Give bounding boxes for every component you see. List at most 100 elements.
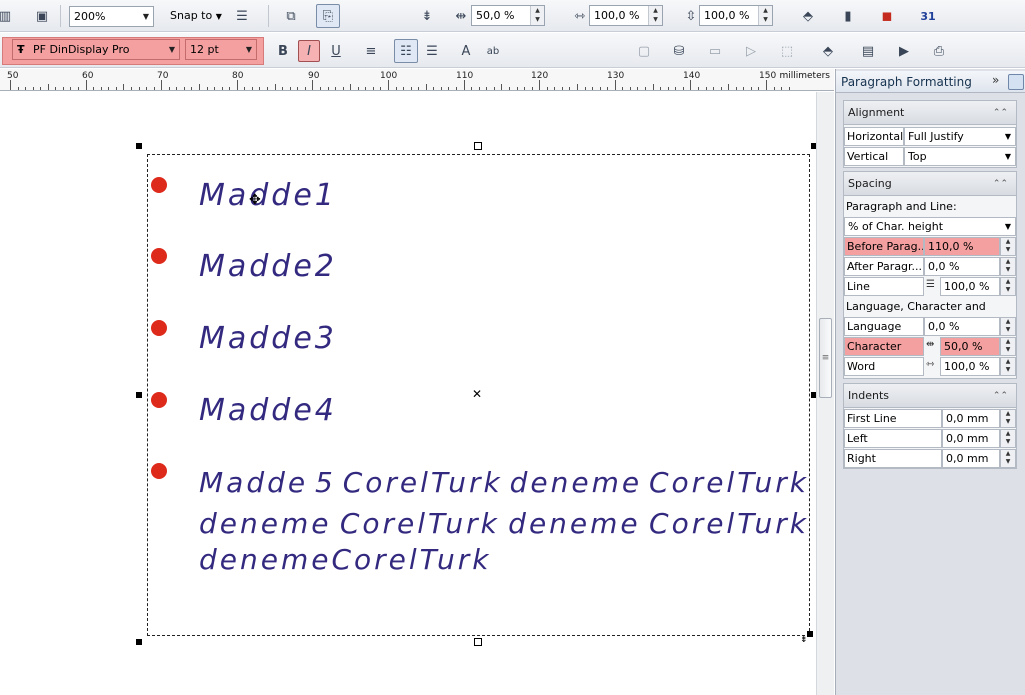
- position-icon[interactable]: ⇟: [416, 5, 438, 27]
- publish-icon[interactable]: ⎙: [928, 40, 950, 62]
- spin-icon[interactable]: ▲ ▼: [1000, 237, 1016, 256]
- spacing-unit-select[interactable]: % of Char. height ▼: [844, 217, 1016, 236]
- word-input[interactable]: 100,0 %: [940, 357, 1000, 376]
- list-item[interactable]: Madde4: [199, 393, 337, 428]
- frame-icon[interactable]: ▢: [633, 40, 655, 62]
- ruler-tick: [327, 87, 329, 90]
- indents-header[interactable]: Indents ⌃⌃: [844, 384, 1016, 408]
- spin-icon[interactable]: ▲ ▼: [1000, 257, 1016, 276]
- list-item[interactable]: Madde3: [199, 321, 337, 356]
- selection-handle[interactable]: [136, 392, 142, 398]
- play-icon[interactable]: ▶: [893, 40, 915, 62]
- horizontal-select[interactable]: Full Justify ▼: [904, 127, 1016, 146]
- align-justify-icon[interactable]: ≡: [360, 40, 382, 62]
- line-row: Line ☰ 100,0 % ▲ ▼: [844, 277, 1016, 296]
- bullet-list-icon[interactable]: ☷: [394, 39, 418, 63]
- spin-icon[interactable]: ▲ ▼: [758, 6, 772, 25]
- spin-icon[interactable]: ▲ ▼: [1000, 429, 1016, 448]
- line-input[interactable]: 100,0 %: [940, 277, 1000, 296]
- scrollbar-thumb[interactable]: ≡: [819, 318, 832, 398]
- selection-handle[interactable]: [474, 638, 482, 646]
- spacing-header[interactable]: Spacing ⌃⌃: [844, 172, 1016, 196]
- paragraph-5-line-1[interactable]: Madde 5 CorelTurk deneme CorelTurk: [199, 466, 809, 499]
- spin-icon[interactable]: ▲ ▼: [1000, 337, 1016, 356]
- underline-icon[interactable]: U: [325, 40, 347, 62]
- calendar-icon[interactable]: 31: [917, 5, 939, 27]
- skew-icon[interactable]: ⬘: [797, 5, 819, 27]
- edit-text-icon[interactable]: ⎘: [316, 4, 340, 28]
- left-indent-row: Left 0,0 mm ▲ ▼: [844, 429, 1016, 448]
- ruler-tick: [199, 84, 200, 90]
- spin-icon[interactable]: ▲ ▼: [648, 6, 662, 25]
- scale-h-value: 50,0 %: [476, 9, 515, 22]
- move-cursor-icon: ✥: [249, 192, 261, 208]
- scale-h-input[interactable]: 50,0 % ▲ ▼: [471, 5, 545, 26]
- spin-icon[interactable]: ▲ ▼: [1000, 357, 1016, 376]
- spin-icon[interactable]: ▲ ▼: [530, 6, 544, 25]
- after-paragraph-input[interactable]: 0,0 %: [924, 257, 1000, 276]
- ruler-tick: [758, 87, 760, 90]
- envelope-icon[interactable]: ⬘: [817, 40, 839, 62]
- edit-text-icon[interactable]: ab: [482, 40, 504, 62]
- database-icon[interactable]: ⛁: [668, 40, 690, 62]
- drop-cap-icon[interactable]: ☰: [421, 40, 443, 62]
- columns-icon[interactable]: ▮: [837, 5, 859, 27]
- ruler-tick: [546, 87, 548, 90]
- vertical-select[interactable]: Top ▼: [904, 147, 1016, 166]
- play-next-icon[interactable]: ▷: [740, 40, 762, 62]
- left-indent-input[interactable]: 0,0 mm: [942, 429, 1000, 448]
- text-overflow-icon[interactable]: ⇟: [800, 635, 808, 645]
- snap-to-button[interactable]: Snap to ▼: [170, 5, 222, 27]
- collapse-icon[interactable]: ⌃⌃: [993, 172, 1008, 196]
- rotation-center-icon[interactable]: ✕: [472, 387, 482, 401]
- align-guides-icon[interactable]: ☰: [231, 5, 253, 27]
- selection-handle[interactable]: [474, 142, 482, 150]
- collapse-icon[interactable]: ⌃⌃: [993, 101, 1008, 125]
- font-size-combo[interactable]: 12 pt ▼: [185, 39, 257, 60]
- folder-icon[interactable]: ▭: [704, 40, 726, 62]
- scale-line-input[interactable]: 100,0 % ▲ ▼: [699, 5, 773, 26]
- zoom-combo[interactable]: 200% ▼: [69, 6, 154, 27]
- copy-icon[interactable]: ⧉: [280, 5, 302, 27]
- double-chevron-right-icon[interactable]: »: [992, 73, 999, 87]
- barcode-icon[interactable]: ▤: [857, 40, 879, 62]
- spin-icon[interactable]: ▲ ▼: [1000, 277, 1016, 296]
- vertical-scrollbar[interactable]: ≡: [816, 92, 834, 695]
- selection-handle[interactable]: [807, 631, 813, 637]
- font-combo[interactable]: Ŧ PF DinDisplay Pro ▼: [12, 39, 180, 60]
- drawing-canvas[interactable]: ✕ ⇟ Madde1 ✥ Madde2 Madde3 Madde4 Madde …: [0, 92, 817, 695]
- language-input[interactable]: 0,0 %: [924, 317, 1000, 336]
- list-item[interactable]: Madde2: [199, 249, 337, 284]
- zoom-value: 200%: [74, 10, 106, 23]
- spin-icon[interactable]: ▲ ▼: [1000, 317, 1016, 336]
- ruler-tick: [592, 87, 594, 90]
- right-indent-input[interactable]: 0,0 mm: [942, 449, 1000, 468]
- alignment-header[interactable]: Alignment ⌃⌃: [844, 101, 1016, 125]
- first-line-input[interactable]: 0,0 mm: [942, 409, 1000, 428]
- color-icon[interactable]: ◼: [876, 5, 898, 27]
- before-paragraph-input[interactable]: 110,0 %: [924, 237, 1000, 256]
- horizontal-ruler[interactable]: 50 60 70 80 90 100 110 120 130 140 150 m…: [0, 69, 834, 91]
- character-input[interactable]: 50,0 %: [940, 337, 1000, 356]
- ruler-tick: [486, 87, 488, 90]
- spin-icon[interactable]: ▲ ▼: [1000, 449, 1016, 468]
- spin-icon[interactable]: ▲ ▼: [1000, 409, 1016, 428]
- ruler-tick: [569, 87, 571, 90]
- paragraph-5-line-3[interactable]: denemeCorelTurk: [199, 543, 809, 576]
- ruler-unit: millimeters: [779, 71, 830, 81]
- page-icon[interactable]: ▥: [0, 5, 16, 27]
- paragraph-5-line-2[interactable]: deneme CorelTurk deneme CorelTurk: [199, 507, 809, 540]
- export-icon[interactable]: ⬚: [776, 40, 798, 62]
- italic-icon[interactable]: I: [298, 40, 320, 62]
- minimize-icon[interactable]: [1008, 74, 1024, 90]
- selection-handle[interactable]: [136, 639, 142, 645]
- ruler-tick: [372, 87, 374, 90]
- view-icon[interactable]: ▣: [31, 5, 53, 27]
- scale-line-value: 100,0 %: [704, 9, 750, 22]
- list-item[interactable]: Madde1: [199, 178, 337, 213]
- scale-w-input[interactable]: 100,0 % ▲ ▼: [589, 5, 663, 26]
- collapse-icon[interactable]: ⌃⌃: [993, 384, 1008, 408]
- selection-handle[interactable]: [136, 143, 142, 149]
- character-format-icon[interactable]: A: [455, 40, 477, 62]
- bold-icon[interactable]: B: [272, 40, 294, 62]
